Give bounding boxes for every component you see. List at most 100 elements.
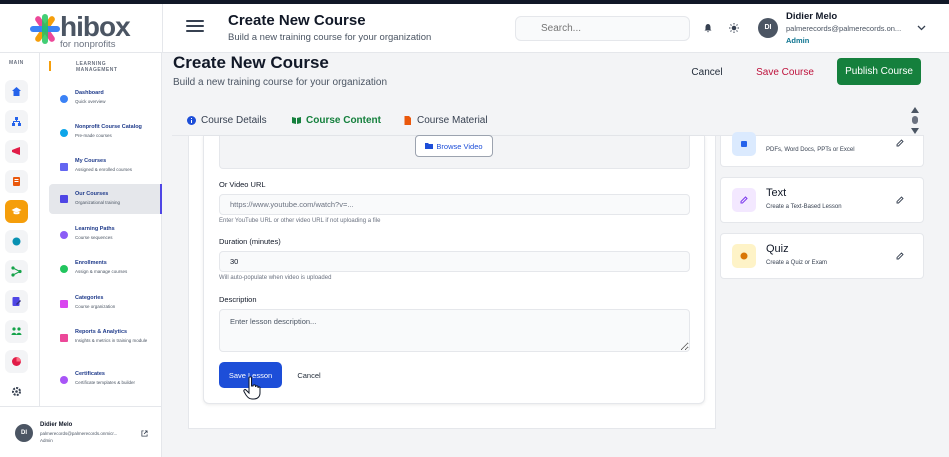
document-icon: [732, 132, 756, 156]
rail-label: MAIN: [9, 60, 24, 66]
tab-course-material[interactable]: Course Material: [403, 113, 488, 127]
duration-label: Duration (minutes): [219, 237, 281, 246]
sidebar-item-certificates[interactable]: Certificates Certificate templates & bui…: [49, 364, 162, 396]
rail-events-button[interactable]: [5, 230, 28, 253]
sidebar-item-dashboard[interactable]: Dashboard Quick overview: [49, 83, 162, 115]
icon-rail: MAIN: [0, 53, 40, 457]
cancel-button[interactable]: Cancel: [683, 60, 731, 84]
logo-subtitle: for nonprofits: [60, 39, 116, 50]
sidebar-item-my-courses[interactable]: My Courses Assigned & enrolled courses: [49, 151, 162, 183]
sidebar-item-sub: Insights & metrics in training module: [75, 338, 148, 343]
sidebar-item-our-courses[interactable]: Our Courses Organizational training: [49, 184, 162, 214]
lesson-type-document[interactable]: PDFs, Word Docs, PPTs or Excel: [720, 132, 924, 167]
lesson-type-quiz[interactable]: Quiz Create a Quiz or Exam: [720, 233, 924, 279]
rail-forms-button[interactable]: [5, 290, 28, 313]
sidebar-item-label: Dashboard: [75, 90, 104, 96]
rail-org-button[interactable]: [5, 110, 28, 133]
sidebar-item-sub: Course sequences: [75, 235, 113, 240]
edit-icon[interactable]: [896, 196, 904, 204]
description-textarea[interactable]: [219, 309, 690, 352]
rail-campaign-button[interactable]: [5, 140, 28, 163]
tab-course-details[interactable]: Course Details: [187, 113, 267, 127]
sidebar-item-sub: Certificate templates & builder: [75, 380, 136, 385]
user-email: palmerecords@palmerecords.on...: [786, 24, 902, 33]
rail-people-button[interactable]: [5, 320, 28, 343]
browse-video-label: Browse Video: [436, 141, 483, 151]
book-icon: [60, 163, 68, 171]
sidebar-user-role: Admin: [40, 438, 53, 443]
home-icon: [12, 87, 21, 96]
header-divider: [162, 4, 163, 53]
sidebar-item-categories[interactable]: Categories Course organization: [49, 288, 162, 320]
sidebar-user-name: Didier Melo: [40, 422, 73, 428]
sidebar-item-learning-paths[interactable]: Learning Paths Course sequences: [49, 219, 162, 251]
chevron-down-icon[interactable]: [917, 25, 926, 31]
sidebar-item-label: Certificates: [75, 371, 105, 377]
rail-reports-button[interactable]: [5, 350, 28, 373]
sidebar-item-enrollments[interactable]: Enrollments Assign & manage courses: [49, 253, 162, 285]
external-link-icon[interactable]: [141, 430, 148, 437]
bell-icon[interactable]: [703, 23, 713, 33]
sidebar-item-label: Learning Paths: [75, 226, 115, 232]
description-label: Description: [219, 295, 257, 304]
rail-settings-button[interactable]: [5, 380, 28, 403]
people-icon: [11, 327, 22, 335]
user-avatar[interactable]: DI: [758, 18, 778, 38]
path-icon: [60, 231, 68, 239]
duration-hint: Will auto-populate when video is uploade…: [219, 275, 332, 281]
tab-course-content[interactable]: Course Content: [292, 113, 381, 127]
lesson-type-title: Quiz: [766, 243, 789, 255]
avatar[interactable]: DI: [15, 424, 33, 442]
logo-word: hibox: [60, 11, 131, 42]
user-name: Didier Melo: [786, 11, 838, 22]
search-input[interactable]: [515, 16, 690, 41]
save-course-button[interactable]: Save Course: [750, 60, 820, 84]
video-url-label: Or Video URL: [219, 180, 266, 189]
circle-icon: [12, 237, 21, 246]
scroll-up-arrow-icon[interactable]: [911, 107, 919, 113]
nav-accent-bar: [49, 61, 51, 71]
rail-learning-button[interactable]: [5, 200, 28, 223]
lesson-type-text[interactable]: Text Create a Text-Based Lesson: [720, 177, 924, 223]
video-url-input[interactable]: [219, 194, 690, 215]
rail-docs-button[interactable]: [5, 170, 28, 193]
sidebar-nav: LEARNING MANAGEMENT Dashboard Quick over…: [40, 53, 162, 406]
lesson-type-desc: Create a Text-Based Lesson: [766, 204, 842, 210]
book-open-icon: [292, 116, 301, 124]
workflow-icon: [11, 266, 22, 277]
scroll-down-arrow-icon[interactable]: [911, 128, 919, 134]
user-role: Admin: [786, 36, 810, 45]
gear-icon: [12, 387, 21, 396]
sidebar-item-catalog[interactable]: Nonprofit Course Catalog Pre-made course…: [49, 117, 162, 149]
info-icon: [187, 115, 196, 125]
app-logo[interactable]: hibox for nonprofits: [30, 11, 131, 50]
text-icon: [732, 188, 756, 212]
lesson-cancel-button[interactable]: Cancel: [290, 368, 328, 382]
sidebar-user-email: palmerecords@palmerecords.onmicr...: [40, 431, 118, 436]
file-icon: [404, 115, 411, 125]
rail-home-button[interactable]: [5, 80, 28, 103]
edit-icon[interactable]: [896, 139, 904, 147]
publish-course-button[interactable]: Publish Course: [837, 58, 921, 85]
sidebar-user: DI Didier Melo palmerecords@palmerecords…: [0, 406, 162, 457]
theme-toggle-icon[interactable]: [729, 23, 739, 33]
sidebar-item-sub: Assign & manage courses: [75, 269, 128, 274]
lesson-type-desc: Create a Quiz or Exam: [766, 260, 828, 266]
sidebar-item-sub: Quick overview: [75, 99, 106, 104]
tab-label: Course Details: [201, 114, 267, 126]
certificate-icon: [60, 376, 68, 384]
scrollbar-thumb[interactable]: [912, 116, 918, 124]
graduation-cap-icon: [60, 195, 68, 203]
edit-icon[interactable]: [896, 252, 904, 260]
sidebar-item-reports[interactable]: Reports & Analytics Insights & metrics i…: [49, 322, 162, 356]
lesson-type-title: Text: [766, 187, 787, 199]
rail-workflow-button[interactable]: [5, 260, 28, 283]
quiz-icon: [732, 244, 756, 268]
chart-icon: [60, 334, 68, 342]
browse-video-button[interactable]: Browse Video: [415, 135, 493, 157]
header-title: Create New Course: [228, 12, 366, 29]
menu-icon[interactable]: [186, 20, 204, 36]
folder-icon: [60, 300, 68, 308]
users-icon: [60, 265, 68, 273]
duration-input[interactable]: [219, 251, 690, 272]
